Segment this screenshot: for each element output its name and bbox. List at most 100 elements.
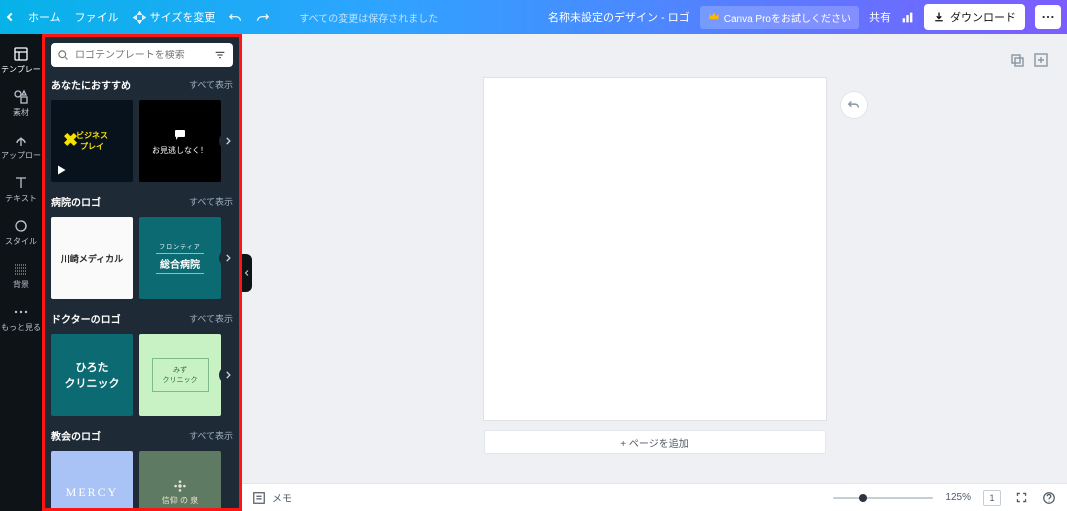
search-box[interactable] xyxy=(51,43,233,67)
section-head-hospital: 病院のロゴ すべて表示 xyxy=(51,194,233,209)
section-title: 教会のロゴ xyxy=(51,428,101,443)
flower-icon xyxy=(173,479,187,493)
text-icon xyxy=(13,175,29,191)
zoom-slider[interactable] xyxy=(833,497,933,499)
redo-icon xyxy=(256,11,269,24)
duplicate-page-icon[interactable] xyxy=(1009,52,1025,68)
rail-label: もっと見る xyxy=(1,322,41,333)
section-title: 病院のロゴ xyxy=(51,194,101,209)
resize-icon xyxy=(133,11,146,24)
notes-button[interactable]: メモ xyxy=(252,490,292,505)
card-text: MERCY xyxy=(66,485,119,500)
chat-icon xyxy=(172,127,188,143)
see-all-link[interactable]: すべて表示 xyxy=(189,312,233,325)
document-title[interactable]: 名称未設定のデザイン - ロゴ xyxy=(548,9,690,25)
fullscreen-button[interactable] xyxy=(1013,490,1029,506)
chevron-right-icon xyxy=(223,253,233,263)
top-bar: ホーム ファイル サイズを変更 すべての変更は保存されました 名称未設定のデザイ… xyxy=(0,0,1067,34)
row-next-button[interactable] xyxy=(219,132,237,150)
chevron-left-icon xyxy=(243,269,251,277)
rail-label: 素材 xyxy=(1,107,41,118)
filter-icon[interactable] xyxy=(213,48,227,62)
template-card[interactable]: フロンティア 総合病院 xyxy=(139,217,221,299)
chart-icon xyxy=(901,11,914,24)
add-page-icon[interactable] xyxy=(1033,52,1049,68)
background-icon xyxy=(13,261,29,277)
rail-templates[interactable]: テンプレー… xyxy=(0,42,42,79)
card-text: ひろた xyxy=(76,359,109,375)
publish-button[interactable] xyxy=(901,11,914,24)
card-text: クリニック xyxy=(65,375,120,391)
topbar-right: 名称未設定のデザイン - ロゴ Canva Proをお試しください 共有 ダウン… xyxy=(548,4,1067,30)
section-head-doctor: ドクターのロゴ すべて表示 xyxy=(51,311,233,326)
notes-icon xyxy=(252,491,266,505)
template-card[interactable]: MERCY xyxy=(51,451,133,508)
template-card[interactable]: お見逃しなく！ xyxy=(139,100,221,182)
more-button[interactable] xyxy=(1035,5,1061,29)
floating-undo-button[interactable] xyxy=(841,92,867,118)
template-card[interactable]: みず クリニック xyxy=(139,334,221,416)
see-all-link[interactable]: すべて表示 xyxy=(189,429,233,442)
share-button[interactable]: 共有 xyxy=(869,9,891,25)
template-card[interactable]: 信仰 の 泉 xyxy=(139,451,221,508)
rail-elements[interactable]: 素材 xyxy=(0,85,42,122)
fullscreen-icon xyxy=(1015,491,1028,504)
section-head-recommended: あなたにおすすめ すべて表示 xyxy=(51,77,233,92)
search-input[interactable] xyxy=(75,50,207,61)
resize-button[interactable]: サイズを変更 xyxy=(133,9,216,25)
card-text-box: みず クリニック xyxy=(152,358,209,392)
chevron-left-icon xyxy=(7,13,15,21)
template-card[interactable]: ✖ ビジネス プレイ xyxy=(51,100,133,182)
templates-panel: あなたにおすすめ すべて表示 ✖ ビジネス プレイ お見逃しなく！ xyxy=(42,34,242,511)
try-pro-button[interactable]: Canva Proをお試しください xyxy=(700,6,859,29)
undo-icon xyxy=(847,98,861,112)
see-all-link[interactable]: すべて表示 xyxy=(189,195,233,208)
home-button[interactable]: ホーム xyxy=(28,9,61,25)
back-button[interactable] xyxy=(8,14,14,20)
card-text: みず xyxy=(163,365,198,375)
template-card[interactable]: ひろた クリニック xyxy=(51,334,133,416)
undo-icon xyxy=(229,11,242,24)
help-button[interactable] xyxy=(1041,490,1057,506)
row-next-button[interactable] xyxy=(219,366,237,384)
rail-background[interactable]: 背景 xyxy=(0,257,42,294)
file-menu[interactable]: ファイル xyxy=(75,9,119,25)
panel-scroll[interactable]: あなたにおすすめ すべて表示 ✖ ビジネス プレイ お見逃しなく！ xyxy=(45,73,239,508)
card-text: 信仰 の 泉 xyxy=(162,495,198,506)
page-count-button[interactable]: 1 xyxy=(983,490,1001,506)
zoom-knob[interactable] xyxy=(859,494,867,502)
rail-label: テキスト xyxy=(1,193,41,204)
try-pro-label: Canva Proをお試しください xyxy=(724,10,851,25)
card-text: クリニック xyxy=(163,375,198,385)
download-button[interactable]: ダウンロード xyxy=(924,4,1025,30)
play-icon xyxy=(55,164,67,178)
add-page-button[interactable]: + ページを追加 xyxy=(484,430,826,454)
templates-icon xyxy=(13,46,29,62)
stage[interactable]: + ページを追加 xyxy=(242,68,1067,483)
design-page[interactable] xyxy=(484,78,826,420)
rail-text[interactable]: テキスト xyxy=(0,171,42,208)
chevron-right-icon xyxy=(223,136,233,146)
search-icon xyxy=(57,49,69,61)
undo-button[interactable] xyxy=(229,11,242,24)
redo-button[interactable] xyxy=(256,11,269,24)
zoom-value[interactable]: 125% xyxy=(945,492,971,503)
canvas-area: + ページを追加 メモ 125% 1 xyxy=(242,34,1067,511)
row-next-button[interactable] xyxy=(219,249,237,267)
elements-icon xyxy=(13,89,29,105)
card-row: ひろた クリニック みず クリニック xyxy=(51,334,233,416)
card-text: お見逃しなく！ xyxy=(152,145,208,156)
side-rail: テンプレー… 素材 アップロー… テキスト スタイル 背景 もっと見る xyxy=(0,34,42,511)
template-card[interactable]: 川崎メディカル xyxy=(51,217,133,299)
notes-label: メモ xyxy=(272,490,292,505)
section-title: ドクターのロゴ xyxy=(51,311,121,326)
rail-styles[interactable]: スタイル xyxy=(0,214,42,251)
see-all-link[interactable]: すべて表示 xyxy=(189,78,233,91)
rail-uploads[interactable]: アップロー… xyxy=(0,128,42,165)
rail-more[interactable]: もっと見る xyxy=(0,300,42,337)
section-title: あなたにおすすめ xyxy=(51,77,131,92)
card-text: ビジネス プレイ xyxy=(76,130,108,152)
panel-collapse-button[interactable] xyxy=(242,254,252,292)
topbar-left: ホーム ファイル サイズを変更 すべての変更は保存されました xyxy=(0,9,438,25)
main-body: テンプレー… 素材 アップロー… テキスト スタイル 背景 もっと見る xyxy=(0,34,1067,511)
